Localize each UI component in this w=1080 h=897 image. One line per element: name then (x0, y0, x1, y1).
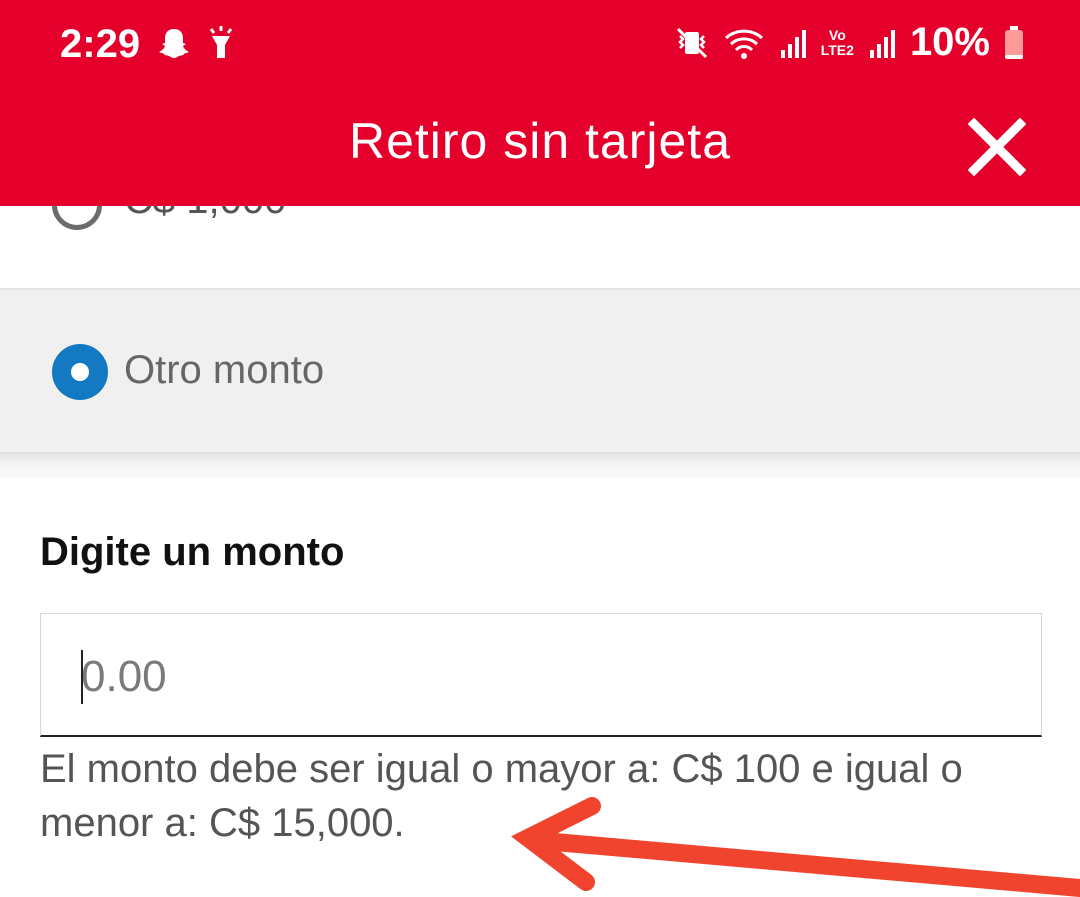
amount-option-1000[interactable]: C$ 1,000 (0, 206, 1080, 288)
battery-percent: 10% (909, 20, 990, 64)
divider (0, 452, 1080, 478)
signal-icon (869, 29, 895, 58)
radio-unselected[interactable] (52, 206, 102, 230)
amount-option-other[interactable]: Otro monto (0, 290, 1080, 452)
flashlight-icon (209, 26, 233, 58)
snapchat-icon (159, 29, 189, 58)
vibrate-icon (676, 27, 707, 58)
amount-field[interactable] (40, 613, 1042, 737)
option-label: C$ 1,000 (124, 206, 286, 223)
volte-label: Vo LTE2 (820, 26, 854, 58)
status-left-icons (156, 26, 236, 62)
amount-input[interactable] (81, 652, 981, 702)
status-time: 2:29 (60, 22, 141, 66)
close-icon[interactable] (968, 118, 1026, 176)
amount-section-title: Digite un monto (40, 530, 345, 574)
amount-hint: El monto debe ser igual o mayor a: C$ 10… (40, 747, 963, 845)
status-right: Vo LTE2 10% (675, 20, 1024, 65)
radio-selected[interactable] (52, 344, 108, 400)
battery-icon (1005, 25, 1023, 59)
volte-top: Vo (828, 26, 846, 43)
wifi-icon (724, 29, 763, 59)
option-label: Otro monto (124, 348, 325, 392)
volte-bottom: LTE2 (820, 41, 854, 58)
app-header: 2:29 Vo LTE2 10% Retiro sin tarjeta (0, 0, 1080, 206)
text-caret (81, 650, 83, 704)
signal-icon (780, 29, 806, 58)
page-title: Retiro sin tarjeta (348, 113, 732, 169)
